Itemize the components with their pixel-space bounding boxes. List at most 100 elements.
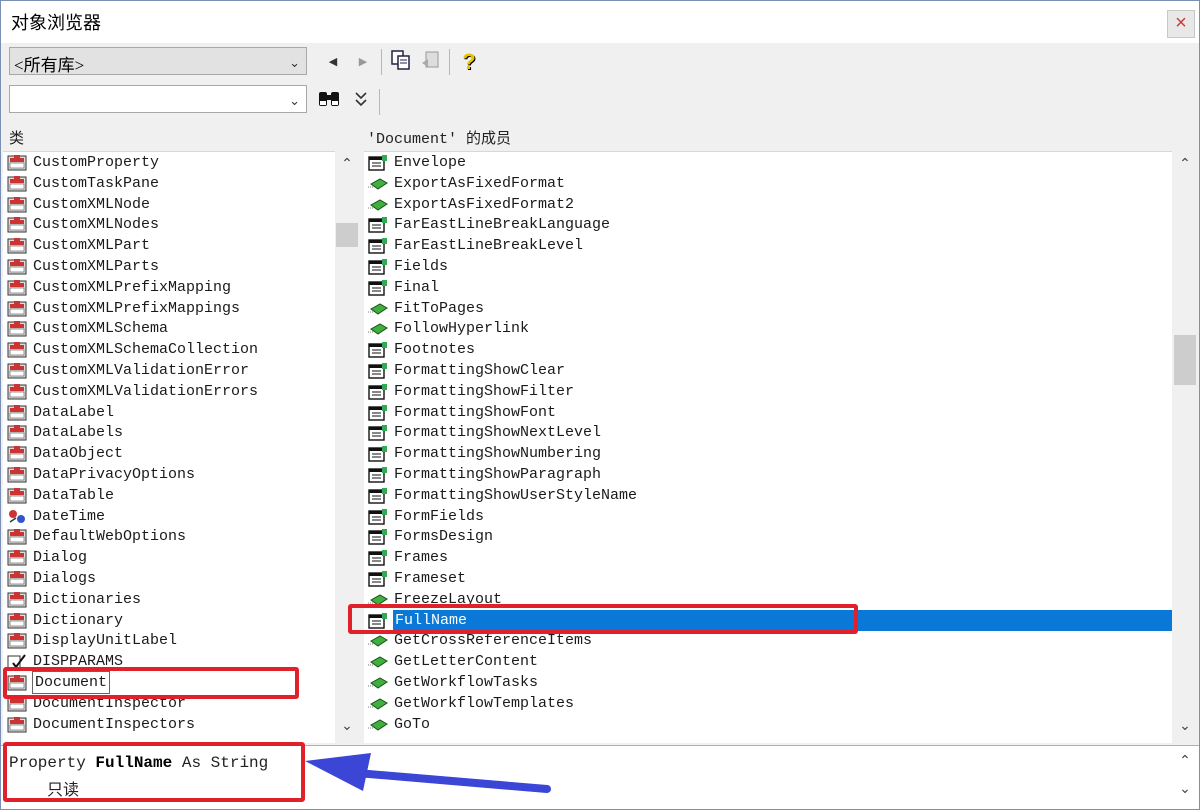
scroll-up-arrow-icon[interactable]: ⌃ [1173,752,1197,772]
class-list-item[interactable]: CustomXMLSchema [3,318,359,339]
member-list-item[interactable]: Envelope [364,152,1172,173]
class-list-item[interactable]: Dictionary [3,610,359,631]
method-icon [368,320,388,337]
search-input[interactable] [12,88,272,110]
member-list-item[interactable]: Fields [364,256,1172,277]
member-list-item[interactable]: FormattingShowParagraph [364,464,1172,485]
class-list-item[interactable]: Dialog [3,547,359,568]
class-list-item[interactable]: CustomXMLNode [3,194,359,215]
class-list-item[interactable]: DataObject [3,443,359,464]
members-scroll-thumb[interactable] [1174,335,1196,385]
member-list-item[interactable]: FitToPages [364,298,1172,319]
class-icon [7,591,27,608]
members-list[interactable]: Envelope ExportAsFixedFormat ExportAsFixed… [364,151,1172,743]
member-list-item[interactable]: Frames [364,547,1172,568]
details-scrollbar[interactable]: ⌃ ⌄ [1173,750,1197,806]
class-list-item[interactable]: CustomXMLValidationErrors [3,381,359,402]
class-list-item-label: DataLabel [33,403,115,421]
class-list-item[interactable]: DataLabel [3,402,359,423]
member-list-item-label: FormsDesign [394,528,494,546]
class-icon [7,258,27,275]
back-button[interactable]: ◀ [321,49,345,75]
annotation-box-fullname [348,604,858,634]
class-list-item[interactable]: CustomXMLPrefixMappings [3,298,359,319]
class-icon [7,716,27,733]
class-list-item[interactable]: CustomXMLNodes [3,214,359,235]
member-list-item[interactable]: Frameset [364,568,1172,589]
member-list-item[interactable]: ExportAsFixedFormat [364,173,1172,194]
search-combo[interactable]: ⌄ [9,85,307,113]
class-list-item[interactable]: Dictionaries [3,589,359,610]
member-list-item[interactable]: FarEastLineBreakLanguage [364,214,1172,235]
class-list-item[interactable]: CustomXMLValidationError [3,360,359,381]
class-list-item[interactable]: CustomTaskPane [3,173,359,194]
class-list-item[interactable]: DateTime [3,506,359,527]
help-button[interactable]: ? [457,49,481,75]
class-list-item-label: CustomXMLValidationError [33,362,250,379]
class-list-item-label: DefaultWebOptions [33,528,187,546]
scroll-up-arrow-icon[interactable]: ⌃ [335,155,359,175]
class-icon [7,549,27,566]
class-list-item[interactable]: CustomXMLParts [3,256,359,277]
member-list-item[interactable]: FormsDesign [364,526,1172,547]
classes-scrollbar[interactable]: ⌃ ⌄ [335,151,359,743]
class-list-item[interactable]: DisplayUnitLabel [3,630,359,651]
member-list-item[interactable]: FormFields [364,506,1172,527]
class-list-item[interactable]: Dialogs [3,568,359,589]
class-list-item-label: CustomXMLPrefixMapping [33,278,232,296]
members-scrollbar[interactable]: ⌃ ⌄ [1173,151,1197,743]
member-list-item[interactable]: GetWorkflowTemplates [364,693,1172,714]
member-list-item[interactable]: GoTo [364,714,1172,735]
show-search-results-button[interactable] [349,88,373,114]
class-icon [7,196,27,213]
classes-list[interactable]: CustomProperty CustomTaskPane CustomXMLNod… [3,151,359,743]
member-list-item[interactable]: GetWorkflowTasks [364,672,1172,693]
member-list-item[interactable]: FormattingShowNextLevel [364,422,1172,443]
forward-button[interactable]: ▶ [351,49,375,75]
library-combo[interactable]: <所有库> ⌄ [9,47,307,75]
class-list-item[interactable]: DocumentInspectors [3,714,359,735]
scroll-down-arrow-icon[interactable]: ⌄ [1173,717,1197,737]
class-list-item-label: Dialogs [33,570,97,587]
scroll-down-arrow-icon[interactable]: ⌄ [335,717,359,737]
scroll-down-arrow-icon[interactable]: ⌄ [1173,780,1197,800]
class-list-item-label: Dialog [33,549,88,567]
class-list-item[interactable]: CustomXMLPart [3,235,359,256]
member-list-item[interactable]: Final [364,277,1172,298]
member-list-item[interactable]: ExportAsFixedFormat2 [364,194,1172,215]
class-list-item[interactable]: CustomXMLSchemaCollection [3,339,359,360]
scroll-up-arrow-icon[interactable]: ⌃ [1173,155,1197,175]
copy-to-clipboard-button[interactable] [389,49,413,75]
method-icon [368,695,388,712]
member-list-item-label: FarEastLineBreakLevel [394,237,584,255]
member-list-item[interactable]: FormattingShowClear [364,360,1172,381]
member-list-item-label: FarEastLineBreakLanguage [394,216,611,234]
member-list-item[interactable]: FormattingShowFont [364,402,1172,423]
member-list-item[interactable]: FormattingShowNumbering [364,443,1172,464]
method-icon [368,674,388,691]
member-list-item[interactable]: FormattingShowUserStyleName [364,485,1172,506]
annotation-arrow-icon [305,753,551,793]
class-list-item-label: DataObject [33,445,124,463]
method-icon [368,196,388,213]
search-button[interactable] [317,88,341,114]
class-list-item[interactable]: DefaultWebOptions [3,526,359,547]
member-list-item[interactable]: GetLetterContent [364,651,1172,672]
classes-scroll-thumb[interactable] [336,223,358,247]
member-list-item[interactable]: FormattingShowFilter [364,381,1172,402]
class-list-item[interactable]: CustomProperty [3,152,359,173]
close-button[interactable]: × [1167,10,1195,38]
member-list-item[interactable]: Footnotes [364,339,1172,360]
object-browser-window: 对象浏览器 × <所有库> ⌄ ◀ ▶ ? ⌄ 类 'Document' 的成员… [0,0,1200,810]
class-list-item[interactable]: CustomXMLPrefixMapping [3,277,359,298]
property-icon [368,528,388,546]
class-icon [7,424,27,441]
class-list-item[interactable]: DataTable [3,485,359,506]
class-list-item[interactable]: DataPrivacyOptions [3,464,359,485]
member-list-item[interactable]: FarEastLineBreakLevel [364,235,1172,256]
class-icon [7,404,27,421]
member-list-item[interactable]: FollowHyperlink [364,318,1172,339]
view-definition-button[interactable] [419,49,443,75]
class-list-item[interactable]: DataLabels [3,422,359,443]
double-chevron-down-icon [355,92,367,107]
